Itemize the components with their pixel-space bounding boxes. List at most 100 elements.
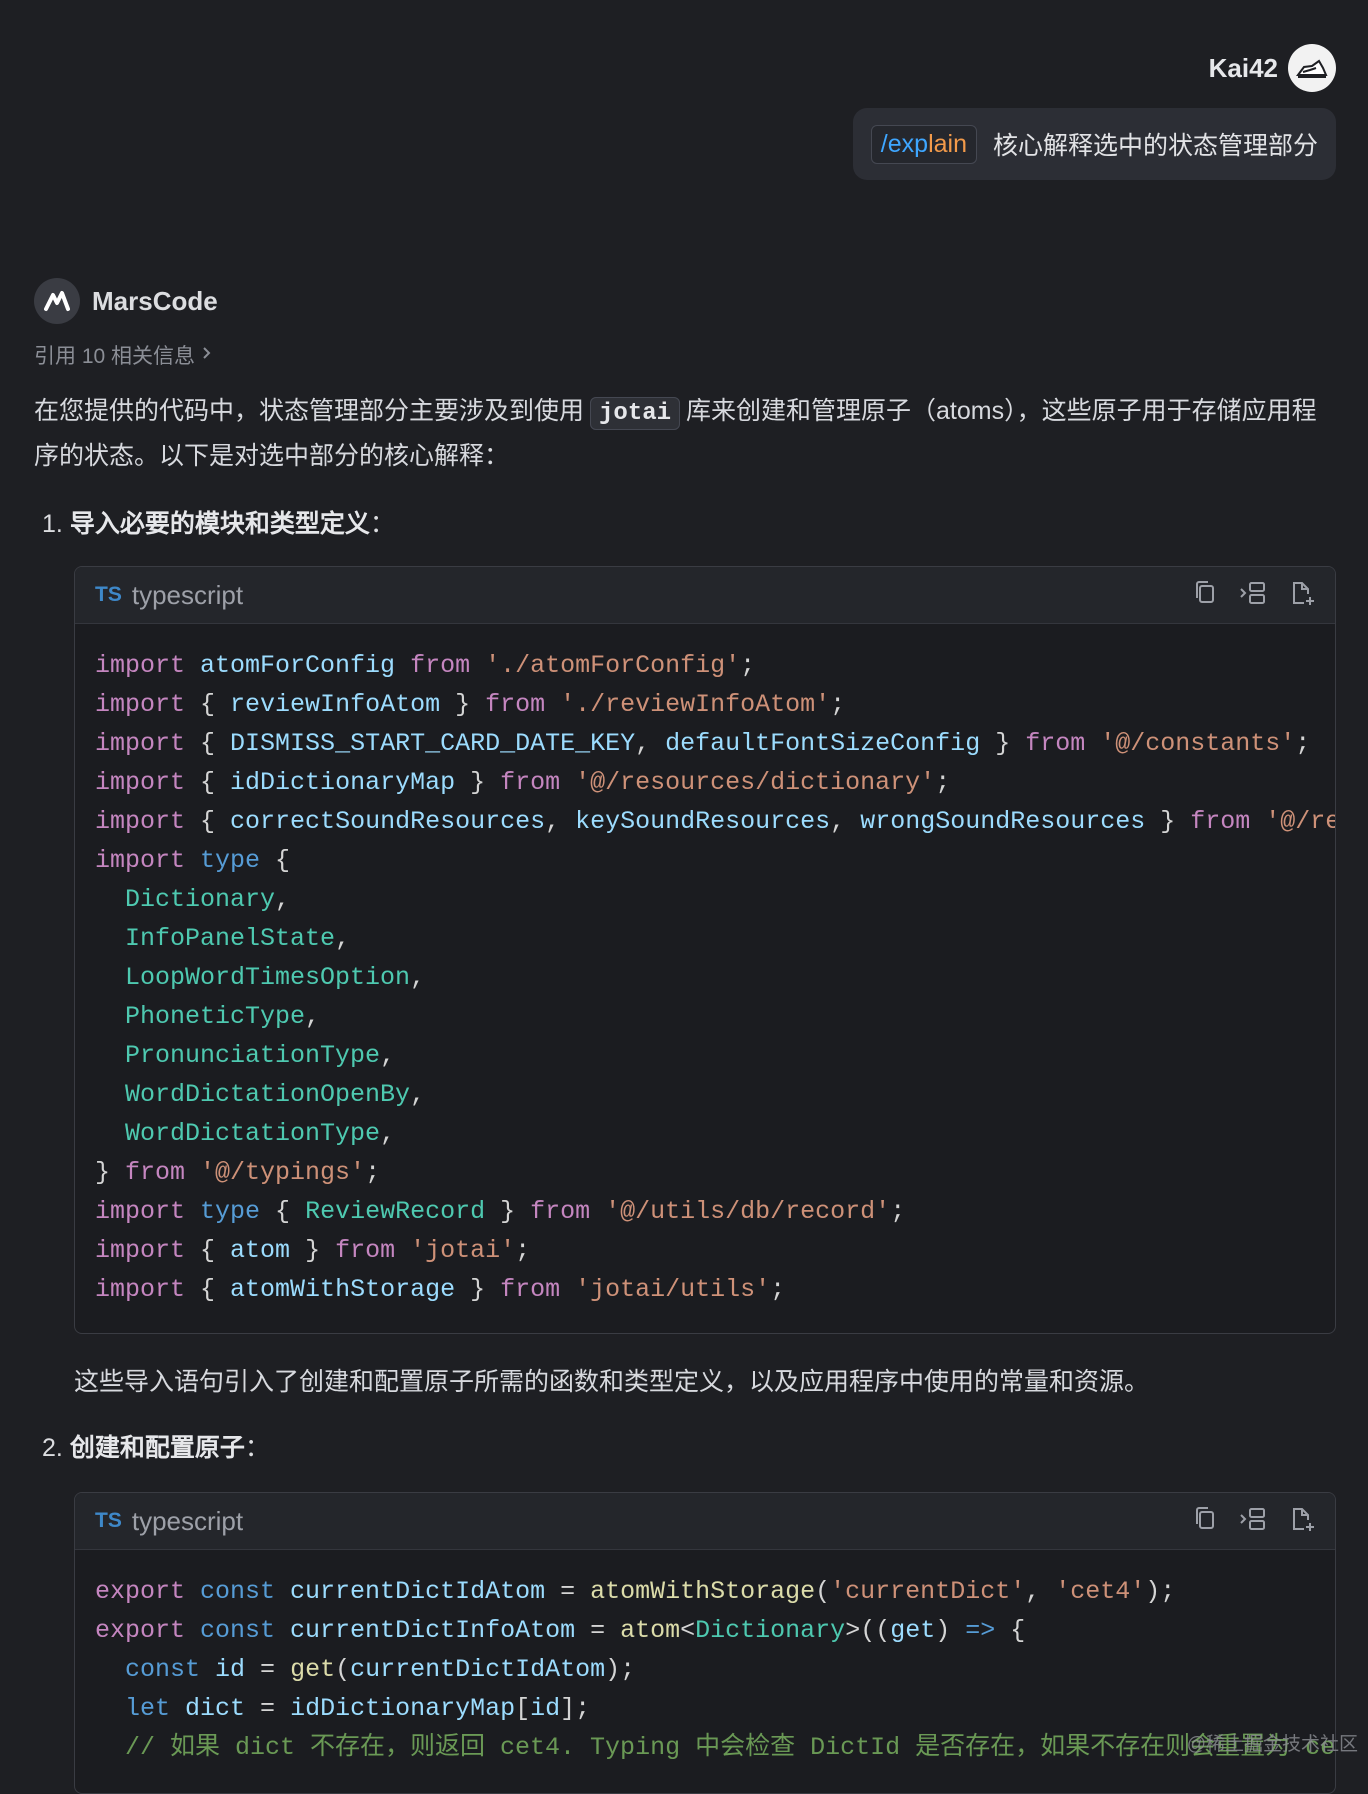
code-token: { [200, 768, 231, 797]
command-suffix: lain [928, 129, 967, 158]
code-token: , [410, 1080, 426, 1109]
user-header: Kai42 [1209, 44, 1336, 92]
code-token: } [995, 729, 1026, 758]
code-token: } [470, 768, 501, 797]
code-header: TS typescript [75, 1493, 1335, 1550]
code-line: let dict = idDictionaryMap[id]; [95, 1689, 1315, 1728]
code-token: '@/utils/db/record' [605, 1197, 891, 1226]
insert-code-icon[interactable] [1239, 1506, 1267, 1537]
code-token: // 如果 dict 不存在，则返回 cet4. Typing 中会检查 Dic… [125, 1733, 1336, 1762]
code-token: } [95, 1158, 126, 1187]
code-token: , [275, 885, 291, 914]
code-block-atoms: TS typescript export const currentDictId… [74, 1492, 1336, 1794]
code-token: InfoPanelState [125, 924, 336, 953]
step-2-colon: ： [244, 1434, 270, 1462]
code-language: typescript [131, 1505, 244, 1536]
code-token: idDictionaryMap [230, 768, 471, 797]
code-token: import [95, 690, 201, 719]
code-token: 'jotai' [410, 1236, 516, 1265]
code-token: id [530, 1694, 561, 1723]
marscode-logo-icon [34, 278, 80, 324]
code-line: export const currentDictIdAtom = atomWit… [95, 1572, 1315, 1611]
explain-command-tag[interactable]: /explain [870, 124, 977, 164]
code-token: atomWithStorage [230, 1275, 471, 1304]
step-2-heading: 2. 创建和配置原子： [42, 1428, 270, 1464]
code-token: atom [230, 1236, 306, 1265]
code-token: const [200, 1616, 291, 1645]
code-token: ; [770, 1275, 786, 1304]
code-token: , [635, 729, 666, 758]
code-token: atomForConfig [200, 651, 411, 680]
code-token: ); [605, 1655, 636, 1684]
code-token: export [95, 1616, 201, 1645]
code-token: import [95, 1275, 201, 1304]
code-line: import { atom } from 'jotai'; [95, 1231, 1315, 1270]
code-block-imports: TS typescript import atomForConfig from … [74, 566, 1336, 1334]
code-token: , [380, 1119, 396, 1148]
code-line: import { DISMISS_START_CARD_DATE_KEY, de… [95, 724, 1315, 763]
step-1-title: 导入必要的模块和类型定义 [69, 510, 370, 538]
new-file-icon[interactable] [1289, 1506, 1315, 1537]
code-token: } [455, 690, 486, 719]
code-token: from [1190, 807, 1266, 836]
code-token: from [335, 1236, 411, 1265]
code-line: import type { ReviewRecord } from '@/uti… [95, 1192, 1315, 1231]
code-line: import { correctSoundResources, keySound… [95, 802, 1335, 841]
user-message-text: 核心解释选中的状态管理部分 [992, 132, 1318, 160]
step-2-number: 2. [42, 1434, 63, 1462]
copy-icon[interactable] [1193, 1506, 1217, 1537]
code-token: ]; [560, 1694, 591, 1723]
code-token: type [200, 1197, 276, 1226]
code-token: ; [890, 1197, 906, 1226]
code-token: from [500, 1275, 576, 1304]
code-token: WordDictationType [125, 1119, 381, 1148]
insert-code-icon[interactable] [1239, 580, 1267, 611]
code-token: from [125, 1158, 201, 1187]
code-token: >(( [845, 1616, 891, 1645]
code-token: , [305, 1002, 321, 1031]
code-line: import { reviewInfoAtom } from './review… [95, 685, 1315, 724]
code-token: atomWithStorage [590, 1577, 816, 1606]
code-token: '@/resources/dictionary' [575, 768, 936, 797]
code-token: } [1160, 807, 1191, 836]
code-token: import [95, 1197, 201, 1226]
code-token: idDictionaryMap [290, 1694, 516, 1723]
assistant-name: MarsCode [92, 285, 218, 316]
code-token: ( [335, 1655, 351, 1684]
code-token: 'cet4' [1055, 1577, 1146, 1606]
code-line: export const currentDictInfoAtom = atom<… [95, 1611, 1315, 1650]
user-message-bubble: /explain 核心解释选中的状态管理部分 [852, 108, 1336, 180]
code-token: atom [620, 1616, 681, 1645]
code-token: keySoundResources [575, 807, 831, 836]
code-line: const id = get(currentDictIdAtom); [95, 1650, 1315, 1689]
code-token: [ [515, 1694, 531, 1723]
references-label: 引用 10 相关信息 [34, 345, 196, 368]
code-token: , [410, 963, 426, 992]
code-token: { [200, 807, 231, 836]
references-link[interactable]: 引用 10 相关信息 [34, 340, 213, 370]
answer-intro: 在您提供的代码中，状态管理部分主要涉及到使用 jotai 库来创建和管理原子（ato… [34, 390, 1334, 477]
user-name: Kai42 [1208, 52, 1278, 83]
code-token: ; [935, 768, 951, 797]
code-token: => [965, 1616, 1011, 1645]
code-line: PronunciationType, [95, 1036, 1315, 1075]
chevron-right-icon [201, 343, 213, 367]
code-token: , [380, 1041, 396, 1070]
code-actions [1193, 1506, 1315, 1537]
code-token: from [410, 651, 486, 680]
user-avatar-icon[interactable] [1288, 44, 1336, 92]
code-token: ; [365, 1158, 381, 1187]
new-file-icon[interactable] [1289, 580, 1315, 611]
code-token: , [830, 807, 861, 836]
code-token: from [530, 1197, 606, 1226]
copy-icon[interactable] [1193, 580, 1217, 611]
code-token: import [95, 651, 201, 680]
intro-text-before: 在您提供的代码中，状态管理部分主要涉及到使用 [34, 397, 585, 425]
code-token: ; [830, 690, 846, 719]
